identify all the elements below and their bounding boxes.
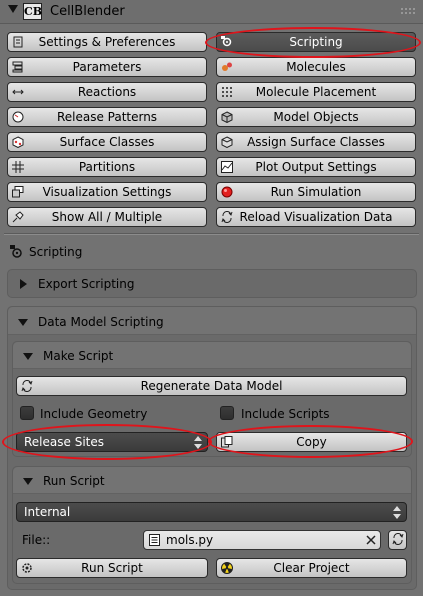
button-label: Model Objects: [273, 110, 359, 124]
panel-header[interactable]: Make Script: [13, 342, 411, 369]
button-label: Plot Output Settings: [255, 160, 377, 174]
button-label: Copy: [296, 435, 327, 449]
button-label: Reactions: [77, 85, 137, 99]
button-label: Clear Project: [273, 561, 350, 575]
button-label: Surface Classes: [59, 135, 155, 149]
release-clock-icon: [11, 110, 25, 124]
include-scripts-checkbox[interactable]: [220, 406, 234, 420]
button-label: Settings & Preferences: [38, 35, 176, 49]
button-label: Molecule Placement: [255, 85, 377, 99]
button-label: Show All / Multiple: [51, 210, 163, 224]
radioactive-icon: [220, 561, 234, 575]
collapse-arrow-icon[interactable]: [23, 478, 33, 485]
text-file-icon: [149, 534, 160, 549]
reload-visualization-data-button[interactable]: Reload Visualization Data: [216, 207, 416, 227]
run-mode-dropdown[interactable]: Internal: [16, 502, 407, 522]
run-simulation-button[interactable]: Run Simulation: [216, 182, 416, 202]
assign-cube-icon: [220, 135, 234, 149]
settings-preferences-button[interactable]: Settings & Preferences: [7, 32, 207, 52]
release-sites-dropdown[interactable]: Release Sites: [16, 432, 208, 452]
panel-label: Export Scripting: [38, 277, 135, 291]
clear-x-icon[interactable]: [365, 534, 377, 549]
panel-header[interactable]: Data Model Scripting: [8, 307, 416, 335]
visualization-settings-button[interactable]: Visualization Settings: [7, 182, 207, 202]
panel-label: Run Script: [43, 474, 105, 488]
scripting-button[interactable]: Scripting: [216, 32, 416, 52]
button-label: Reload Visualization Data: [239, 210, 393, 224]
plot-icon: [220, 160, 234, 174]
drag-grip-icon[interactable]: [400, 7, 416, 15]
button-label: Partitions: [78, 160, 136, 174]
release-patterns-button[interactable]: Release Patterns: [7, 107, 207, 127]
copy-paste-icon: [220, 435, 234, 449]
divider: [4, 233, 419, 235]
dropdown-arrows-icon: [194, 436, 202, 449]
run-script-button[interactable]: Run Script: [16, 558, 208, 578]
button-label: Run Simulation: [270, 185, 362, 199]
partitions-button[interactable]: Partitions: [7, 157, 207, 177]
checkbox-label: Include Geometry: [40, 407, 148, 421]
reactions-button[interactable]: Reactions: [7, 82, 207, 102]
dropdown-arrows-icon: [393, 506, 401, 519]
run-red-dot-icon: [220, 185, 234, 199]
section-title: Scripting: [29, 245, 83, 259]
file-field[interactable]: mols.py: [143, 530, 381, 550]
surface-classes-button[interactable]: Surface Classes: [7, 132, 207, 152]
pin-icon: [11, 210, 25, 224]
copy-button[interactable]: Copy: [216, 432, 407, 452]
dropdown-value: Release Sites: [24, 435, 104, 449]
parameters-button[interactable]: Parameters: [7, 57, 207, 77]
visualization-icon: [11, 185, 25, 199]
cellblender-logo: CB: [23, 3, 43, 20]
file-label: File::: [22, 533, 51, 547]
panel-label: Data Model Scripting: [38, 315, 164, 329]
assign-surface-classes-button[interactable]: Assign Surface Classes: [216, 132, 416, 152]
button-label: Release Patterns: [56, 110, 158, 124]
molecule-placement-button[interactable]: Molecule Placement: [216, 82, 416, 102]
settings-doc-icon: [11, 35, 25, 49]
panel-title: CellBlender: [50, 4, 125, 19]
button-label: Run Script: [81, 561, 143, 575]
collapse-arrow-icon[interactable]: [18, 319, 28, 326]
expand-arrow-icon[interactable]: [20, 279, 27, 289]
refresh-file-button[interactable]: [388, 530, 407, 550]
reload-icon: [220, 210, 234, 224]
export-scripting-panel[interactable]: Export Scripting: [7, 269, 417, 298]
regenerate-data-model-button[interactable]: Regenerate Data Model: [16, 376, 407, 396]
placement-grid-icon: [220, 85, 234, 99]
model-object-cube-icon: [220, 110, 234, 124]
button-label: Molecules: [286, 60, 346, 74]
checkbox-label: Include Scripts: [241, 407, 330, 421]
model-objects-button[interactable]: Model Objects: [216, 107, 416, 127]
file-value: mols.py: [166, 533, 214, 547]
button-label: Scripting: [289, 35, 343, 49]
gear-icon: [20, 561, 34, 575]
button-label: Regenerate Data Model: [140, 379, 283, 393]
clear-project-button[interactable]: Clear Project: [216, 558, 407, 578]
molecules-icon: [220, 60, 234, 74]
button-label: Assign Surface Classes: [247, 135, 385, 149]
include-geometry-checkbox[interactable]: [20, 406, 34, 420]
dropdown-value: Internal: [24, 505, 71, 519]
scripting-gear-icon: [220, 35, 234, 49]
parameters-icon: [11, 60, 25, 74]
show-all-multiple-button[interactable]: Show All / Multiple: [7, 207, 207, 227]
collapse-arrow-icon[interactable]: [8, 5, 18, 13]
collapse-arrow-icon[interactable]: [23, 353, 33, 360]
scripting-gear-icon: [10, 245, 24, 259]
surface-class-cube-icon: [11, 135, 25, 149]
molecules-button[interactable]: Molecules: [216, 57, 416, 77]
reload-icon: [392, 532, 404, 548]
panel-header[interactable]: Run Script: [13, 467, 411, 494]
button-label: Parameters: [72, 60, 142, 74]
button-label: Visualization Settings: [42, 185, 172, 199]
partitions-grid-icon: [11, 160, 25, 174]
plot-output-settings-button[interactable]: Plot Output Settings: [216, 157, 416, 177]
reactions-arrow-icon: [11, 85, 25, 99]
panel-label: Make Script: [43, 349, 114, 363]
reload-icon: [20, 379, 34, 393]
